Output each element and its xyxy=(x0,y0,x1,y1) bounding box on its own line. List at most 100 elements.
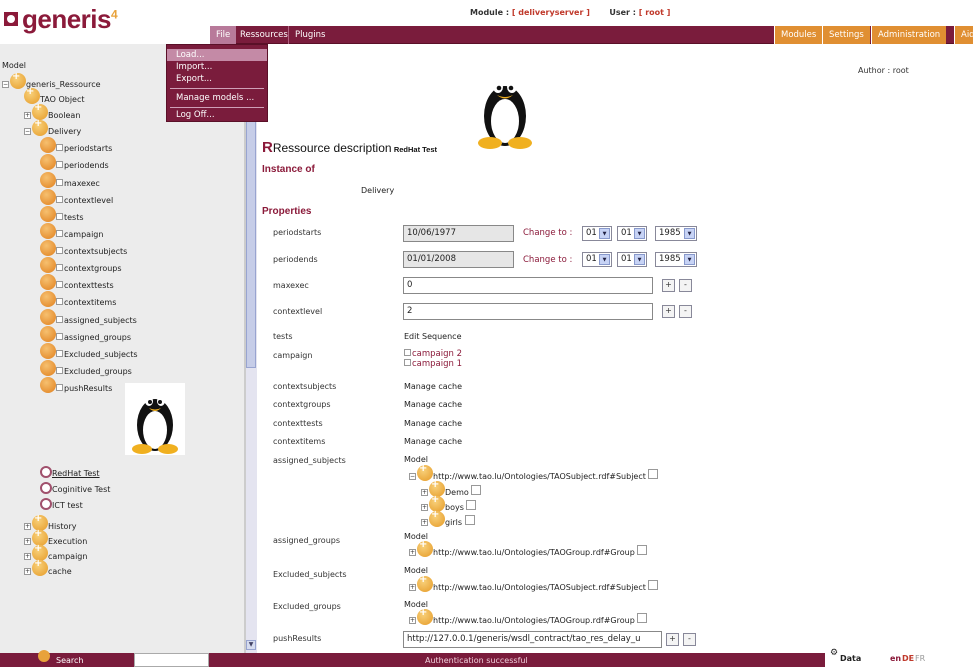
checkbox[interactable] xyxy=(56,350,63,357)
scroll-down-arrow[interactable]: ▼ xyxy=(246,640,256,650)
menu-modules[interactable]: Modules xyxy=(774,26,823,44)
tree-prop-pushresults[interactable]: pushResults xyxy=(40,377,112,393)
tree-prop-label: contextitems xyxy=(64,298,117,307)
plus-button[interactable]: + xyxy=(662,279,675,292)
campaign-checkbox-item[interactable]: campaign 1 xyxy=(404,359,462,369)
tree-prop-excluded_groups[interactable]: Excluded_groups xyxy=(40,360,132,376)
checkbox[interactable] xyxy=(56,316,63,323)
tree-prop-periodstarts[interactable]: periodstarts xyxy=(40,137,112,153)
tree-instance-cognitive[interactable]: Coginitive Test xyxy=(40,482,110,494)
periodstarts-field[interactable]: 10/06/1977 xyxy=(403,225,514,242)
group-class-node[interactable]: +http://www.tao.lu/Ontologies/TAOGroup.r… xyxy=(409,607,648,625)
tree-node-delivery[interactable]: −Delivery xyxy=(24,118,81,136)
minus-button[interactable]: - xyxy=(679,279,692,292)
tree-node-history[interactable]: +History xyxy=(24,513,76,531)
subject-class-node[interactable]: +http://www.tao.lu/Ontologies/TAOSubject… xyxy=(409,574,659,592)
manage-cache-link[interactable]: Manage cache xyxy=(404,419,462,428)
prop-label: tests xyxy=(273,332,293,341)
plus-button[interactable]: + xyxy=(666,633,679,646)
search-label: Search xyxy=(56,656,84,665)
tree-instance-redhat[interactable]: RedHat Test xyxy=(40,466,100,478)
month-select[interactable]: 01 ▼ xyxy=(617,252,647,267)
manage-cache-link[interactable]: Manage cache xyxy=(404,382,462,391)
tree-node-boolean[interactable]: +Boolean xyxy=(24,102,80,120)
checkbox[interactable] xyxy=(56,144,63,151)
checkbox[interactable] xyxy=(56,179,63,186)
plus-button[interactable]: + xyxy=(662,305,675,318)
tree-prop-campaign[interactable]: campaign xyxy=(40,223,103,239)
tree-prop-contextsubjects[interactable]: contextsubjects xyxy=(40,240,127,256)
tree-node-cache[interactable]: +cache xyxy=(24,558,72,576)
manage-cache-link[interactable]: Manage cache xyxy=(404,437,462,446)
prop-label: assigned_groups xyxy=(273,536,341,545)
menu-item-export[interactable]: Export... xyxy=(167,73,267,85)
group-class-node[interactable]: +http://www.tao.lu/Ontologies/TAOGroup.r… xyxy=(409,539,648,557)
edit-sequence-link[interactable]: Edit Sequence xyxy=(404,332,462,341)
menu-item-import[interactable]: Import... xyxy=(167,61,267,73)
checkbox[interactable] xyxy=(56,281,63,288)
menu-aid[interactable]: Aid xyxy=(954,26,973,44)
tree-prop-label: Excluded_groups xyxy=(64,367,132,376)
tree-prop-tests[interactable]: tests xyxy=(40,206,84,222)
month-select[interactable]: 01 ▼ xyxy=(617,226,647,241)
menu-administration[interactable]: Administration xyxy=(871,26,947,44)
tree-prop-contextlevel[interactable]: contextlevel xyxy=(40,189,113,205)
menu-file[interactable]: File xyxy=(210,26,237,44)
lang-de[interactable]: DE xyxy=(902,654,914,663)
data-label[interactable]: Data xyxy=(840,654,861,663)
tree-prop-excluded_subjects[interactable]: Excluded_subjects xyxy=(40,343,138,359)
minus-button[interactable]: - xyxy=(679,305,692,318)
lang-fr[interactable]: FR xyxy=(915,654,925,663)
properties-heading: Properties xyxy=(262,206,312,217)
tree-root-model[interactable]: Model xyxy=(2,61,26,70)
checkbox[interactable] xyxy=(56,213,63,220)
title-text: Ressource description xyxy=(272,141,392,155)
maxexec-field[interactable]: 0 xyxy=(403,277,653,294)
menu-ressources[interactable]: Ressources xyxy=(234,26,294,44)
pushresults-field[interactable]: http://127.0.0.1/generis/wsdl_contract/t… xyxy=(403,631,662,648)
lang-en[interactable]: en xyxy=(890,654,901,663)
tree-prop-contexttests[interactable]: contexttests xyxy=(40,274,114,290)
minus-button[interactable]: - xyxy=(683,633,696,646)
search-icon xyxy=(38,650,50,662)
periodends-field[interactable]: 01/01/2008 xyxy=(403,251,514,268)
contextlevel-field[interactable]: 2 xyxy=(403,303,653,320)
checkbox[interactable] xyxy=(56,367,63,374)
day-select[interactable]: 01 ▼ xyxy=(582,252,612,267)
menu-item-log-off[interactable]: Log Off... xyxy=(167,109,267,121)
property-icon xyxy=(40,189,56,205)
tree-instance-ict[interactable]: ICT test xyxy=(40,498,83,510)
checkbox[interactable] xyxy=(56,161,63,168)
prop-label: periodends xyxy=(273,255,318,264)
checkbox[interactable] xyxy=(56,384,63,391)
checkbox[interactable] xyxy=(56,196,63,203)
tree-prop-assigned_groups[interactable]: assigned_groups xyxy=(40,326,131,342)
prop-label: Excluded_subjects xyxy=(273,570,347,579)
menu-settings[interactable]: Settings xyxy=(822,26,870,44)
tree-prop-contextitems[interactable]: contextitems xyxy=(40,291,116,307)
checkbox[interactable] xyxy=(56,247,63,254)
tree-prop-label: tests xyxy=(64,213,84,222)
tree-prop-contextgroups[interactable]: contextgroups xyxy=(40,257,122,273)
checkbox[interactable] xyxy=(56,333,63,340)
day-select[interactable]: 01 ▼ xyxy=(582,226,612,241)
menu-item-manage-models[interactable]: Manage models ... xyxy=(167,92,267,104)
tree-prop-maxexec[interactable]: maxexec xyxy=(40,172,100,188)
tree-node-generis[interactable]: −generis_Ressource xyxy=(2,71,101,89)
manage-cache-link[interactable]: Manage cache xyxy=(404,400,462,409)
menu-item-load[interactable]: Load... xyxy=(167,49,267,61)
tree-prop-assigned_subjects[interactable]: assigned_subjects xyxy=(40,309,137,325)
tree-prop-periodends[interactable]: periodends xyxy=(40,154,109,170)
subject-child-girls[interactable]: +girls xyxy=(421,509,476,527)
campaign-checkbox-item[interactable]: campaign 2 xyxy=(404,349,462,359)
year-select[interactable]: 1985 ▼ xyxy=(655,226,697,241)
checkbox[interactable] xyxy=(56,298,63,305)
generis-logo: generis4 xyxy=(4,4,118,35)
checkbox[interactable] xyxy=(56,230,63,237)
year-select[interactable]: 1985 ▼ xyxy=(655,252,697,267)
search-input[interactable] xyxy=(134,653,209,667)
subject-child-boys[interactable]: +boys xyxy=(421,494,477,512)
subject-class-node[interactable]: −http://www.tao.lu/Ontologies/TAOSubject… xyxy=(409,463,659,481)
checkbox[interactable] xyxy=(56,264,63,271)
menu-plugins[interactable]: Plugins xyxy=(288,26,331,44)
